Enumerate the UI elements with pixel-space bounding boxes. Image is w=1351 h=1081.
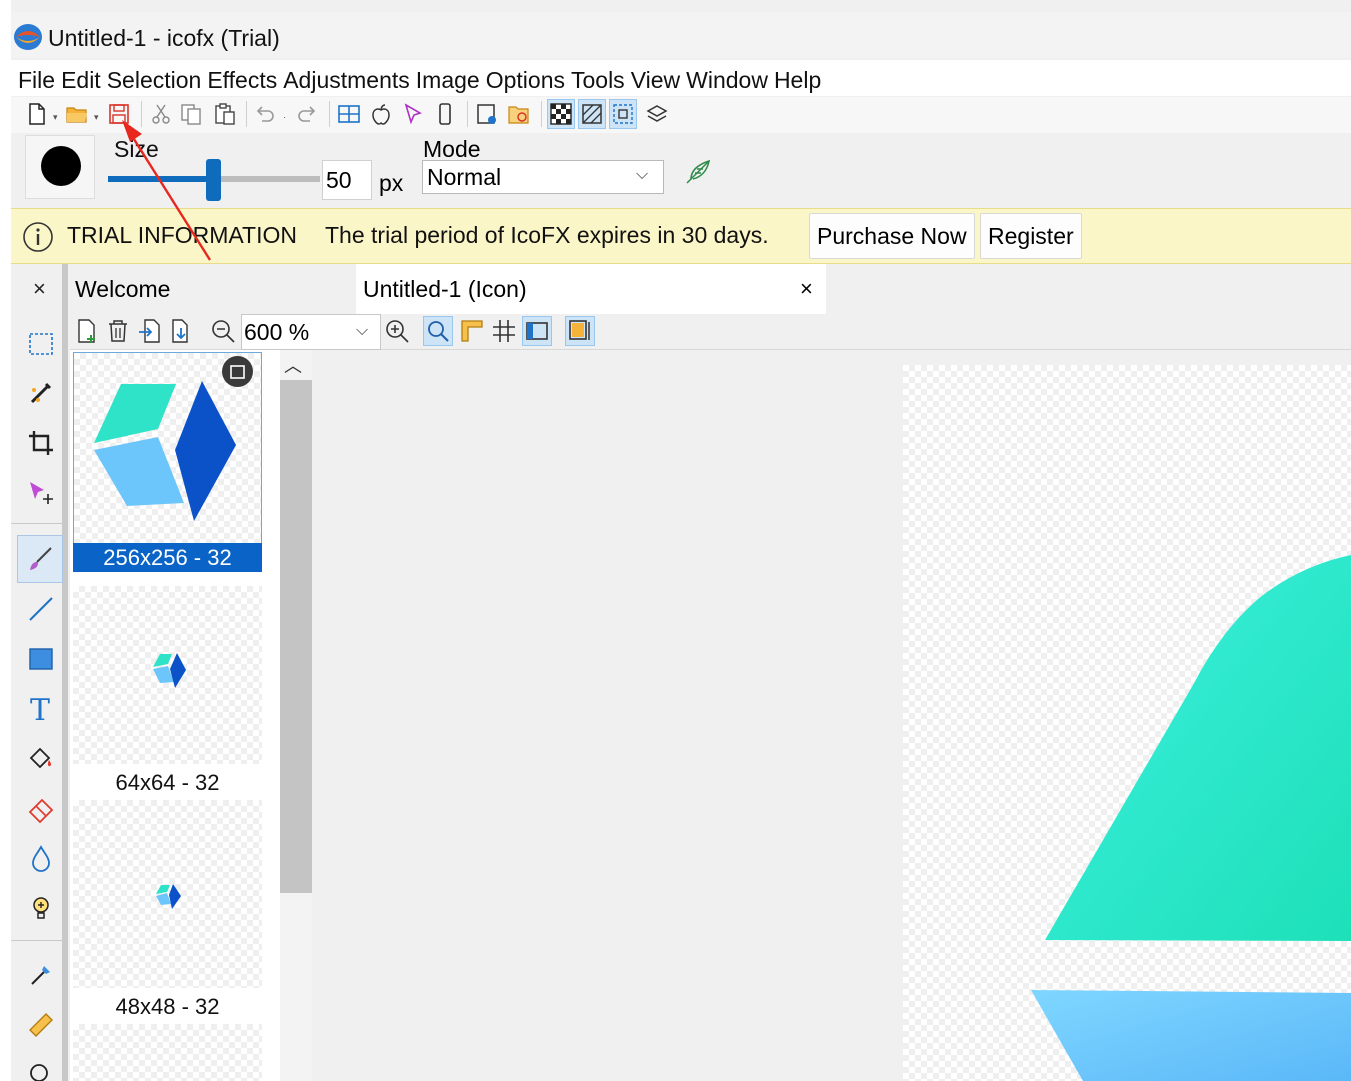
menu-view[interactable]: View <box>631 60 684 96</box>
toolbar-separator <box>541 101 542 127</box>
menu-image[interactable]: Image <box>416 60 484 96</box>
layers-icon[interactable] <box>643 99 671 129</box>
image-format-item[interactable] <box>73 1024 262 1081</box>
fit-canvas-icon[interactable] <box>565 316 595 346</box>
tool-separator <box>11 940 63 941</box>
size-unit-label: px <box>379 170 404 196</box>
mode-select[interactable]: Normal <box>422 160 664 194</box>
window-title: Untitled-1 - icofx (Trial) <box>48 25 280 51</box>
tab-welcome-label: Welcome <box>75 276 171 302</box>
rectangle-icon[interactable] <box>22 640 60 678</box>
image-format-label: 64x64 - 32 <box>115 770 220 795</box>
windows-icon[interactable] <box>335 99 363 129</box>
icon-preview-48 <box>156 884 181 909</box>
zoom-tool-icon[interactable] <box>22 1056 60 1081</box>
zoom-out-icon[interactable] <box>208 316 238 346</box>
ruler-icon[interactable] <box>22 1006 60 1044</box>
open-folder-icon[interactable] <box>63 99 91 129</box>
image-format-label: 48x48 - 32 <box>115 994 220 1019</box>
image-format-label: 256x256 - 32 <box>73 543 262 572</box>
dodge-burn-icon[interactable] <box>22 890 60 928</box>
crop-icon[interactable] <box>22 424 60 462</box>
grid-icon[interactable] <box>489 316 519 346</box>
line-icon[interactable] <box>22 590 60 628</box>
apple-icon[interactable] <box>367 99 395 129</box>
multi-layer-badge-icon <box>222 356 253 387</box>
rulers-icon[interactable] <box>457 316 487 346</box>
toolbar-separator <box>246 101 247 127</box>
menu-window[interactable]: Window <box>686 60 772 96</box>
close-tab-icon[interactable]: × <box>800 276 813 302</box>
mode-label: Mode <box>423 136 481 162</box>
selection-preview-icon[interactable] <box>609 99 637 129</box>
chevron-down-icon[interactable]: ⌵ <box>356 322 368 340</box>
image-canvas[interactable] <box>903 365 1351 1081</box>
open-dropdown-icon[interactable]: ▾ <box>94 112 99 123</box>
new-file-icon[interactable] <box>23 99 51 129</box>
transparency-icon[interactable] <box>578 99 606 129</box>
undo-dropdown-icon[interactable]: · <box>283 112 286 122</box>
add-image-icon[interactable] <box>72 316 102 346</box>
undo-icon[interactable] <box>251 99 279 129</box>
info-icon <box>23 222 53 252</box>
tool-separator <box>11 523 63 524</box>
move-selection-icon[interactable] <box>22 474 60 512</box>
menu-adjustments[interactable]: Adjustments <box>283 60 414 96</box>
icon-preview-64 <box>153 653 186 688</box>
preview-panel-icon[interactable] <box>522 316 552 346</box>
image-format-item[interactable] <box>73 586 262 764</box>
magic-wand-icon[interactable] <box>22 374 60 412</box>
magnifier-icon[interactable] <box>423 316 453 346</box>
app-logo-icon <box>14 24 42 50</box>
brush-icon[interactable] <box>17 535 63 583</box>
close-icon[interactable]: × <box>33 276 46 302</box>
mobile-icon[interactable] <box>431 99 459 129</box>
menu-options[interactable]: Options <box>486 60 569 96</box>
menu-selection[interactable]: Selection <box>107 60 206 96</box>
menu-edit[interactable]: Edit <box>61 60 105 96</box>
menu-bar: File Edit Selection Effects Adjustments … <box>11 60 1351 96</box>
screen-edge <box>0 0 11 1081</box>
toolbar-separator <box>467 101 468 127</box>
delete-image-icon[interactable] <box>103 316 133 346</box>
eyedropper-icon[interactable] <box>22 956 60 994</box>
import-image-icon[interactable] <box>135 316 165 346</box>
text-icon[interactable]: T <box>22 690 60 728</box>
zoomed-icon-canvas <box>1031 555 1351 1081</box>
antialias-icon[interactable] <box>683 157 713 187</box>
chevron-down-icon[interactable]: ⌵ <box>636 166 648 184</box>
eraser-icon[interactable] <box>22 790 60 828</box>
brush-shape-icon <box>41 146 81 186</box>
zoom-in-icon[interactable] <box>382 316 412 346</box>
scrollbar-thumb[interactable] <box>280 380 312 893</box>
scroll-up-icon[interactable]: ︿ <box>284 352 302 378</box>
checkerboard-icon[interactable] <box>547 99 575 129</box>
new-file-dropdown-icon[interactable]: ▾ <box>53 112 58 123</box>
rectangle-select-icon[interactable] <box>22 324 60 362</box>
menu-help[interactable]: Help <box>774 60 825 96</box>
toolbar-separator <box>329 101 330 127</box>
open-image-icon[interactable] <box>505 99 533 129</box>
new-image-icon[interactable] <box>473 99 501 129</box>
image-format-item[interactable] <box>73 800 262 988</box>
redo-icon[interactable] <box>293 99 321 129</box>
trial-message: The trial period of IcoFX expires in 30 … <box>325 222 769 248</box>
purchase-now-button[interactable]: Purchase Now <box>809 213 975 259</box>
panel-splitter[interactable] <box>62 264 68 1081</box>
menu-tools[interactable]: Tools <box>571 60 629 96</box>
menu-effects[interactable]: Effects <box>207 60 281 96</box>
fill-bucket-icon[interactable] <box>22 740 60 778</box>
menu-file[interactable]: File <box>18 60 59 96</box>
svg-text:T: T <box>30 694 50 724</box>
size-input[interactable]: 50 <box>322 160 372 200</box>
register-button[interactable]: Register <box>980 213 1082 259</box>
export-image-icon[interactable] <box>167 316 197 346</box>
annotation-arrow-icon <box>122 120 212 261</box>
cursor-icon[interactable] <box>399 99 427 129</box>
blur-drop-icon[interactable] <box>22 840 60 878</box>
tab-untitled-1-label: Untitled-1 (Icon) <box>363 276 527 302</box>
